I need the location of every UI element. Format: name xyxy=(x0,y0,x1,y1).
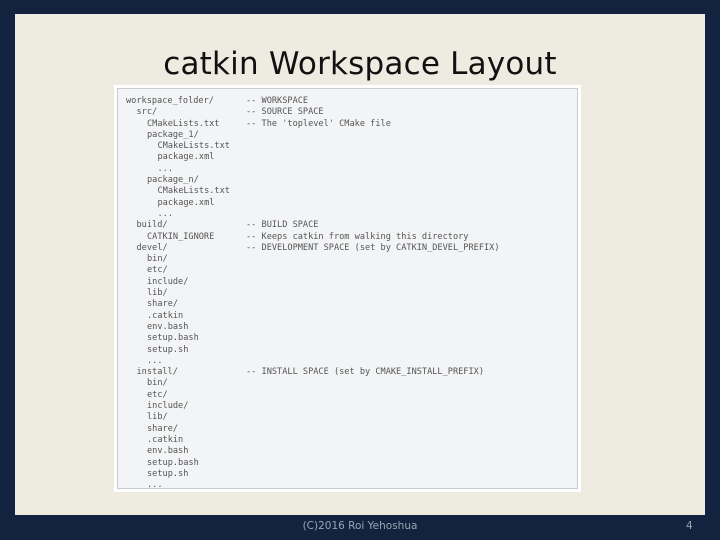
tree-comment: -- DEVELOPMENT SPACE (set by CATKIN_DEVE… xyxy=(246,242,500,253)
tree-path: package_1/ xyxy=(147,129,199,140)
tree-path: lib/ xyxy=(147,412,168,423)
tree-path: CMakeLists.txt xyxy=(157,186,230,197)
tree-path: setup.bash xyxy=(147,457,199,468)
tree-line: setup.sh xyxy=(126,345,577,356)
tree-line: .catkin xyxy=(126,311,577,322)
tree-comment: -- BUILD SPACE xyxy=(246,220,319,231)
tree-path: share/ xyxy=(147,299,179,310)
tree-path: install/ xyxy=(136,367,178,378)
tree-line: devel/ -- DEVELOPMENT SPACE (set by CATKI… xyxy=(126,243,577,254)
page-number: 4 xyxy=(686,520,693,532)
tree-line: setup.bash xyxy=(126,333,577,344)
tree-path: src/ xyxy=(136,107,158,118)
tree-line: lib/ xyxy=(126,412,577,423)
tree-path: include/ xyxy=(147,276,189,287)
tree-path: share/ xyxy=(147,423,179,434)
tree-line: package_n/ xyxy=(126,175,577,186)
tree-line: workspace_folder/ -- WORKSPACE xyxy=(126,96,577,107)
tree-path: CMakeLists.txt xyxy=(157,141,230,152)
tree-path: CMakeLists.txt xyxy=(147,118,220,129)
tree-line: ... xyxy=(126,356,577,367)
tree-line: share/ xyxy=(126,299,577,310)
tree-path: workspace_folder/ xyxy=(126,96,214,106)
tree-line: share/ xyxy=(126,424,577,435)
tree-line: package.xml xyxy=(126,198,577,209)
tree-path: devel/ xyxy=(136,242,168,253)
tree-path: package.xml xyxy=(157,152,215,163)
code-block: workspace_folder/ -- WORKSPACE src/ -- SOUR… xyxy=(114,85,581,492)
tree-line: setup.bash xyxy=(126,458,577,469)
tree-path: setup.bash xyxy=(147,333,199,344)
tree-line: setup.sh xyxy=(126,469,577,480)
slide: catkin Workspace Layout workspace_folder… xyxy=(15,14,705,515)
tree-line: CMakeLists.txt -- The 'toplevel' CMake fi… xyxy=(126,119,577,130)
tree-line: etc/ xyxy=(126,390,577,401)
tree-line: .catkin xyxy=(126,435,577,446)
tree-line: include/ xyxy=(126,277,577,288)
tree-path: setup.sh xyxy=(147,344,189,355)
tree-line: install/ -- INSTALL SPACE (set by CMAKE_I… xyxy=(126,367,577,378)
tree-path: lib/ xyxy=(147,288,168,299)
tree-line: bin/ xyxy=(126,254,577,265)
tree-path: .catkin xyxy=(147,310,184,321)
tree-line: env.bash xyxy=(126,322,577,333)
tree-comment: -- WORKSPACE xyxy=(246,96,309,106)
tree-line: package.xml xyxy=(126,152,577,163)
tree-path: bin/ xyxy=(147,254,168,265)
tree-path: setup.sh xyxy=(147,468,189,479)
tree-line: ... xyxy=(126,209,577,220)
tree-line: src/ -- SOURCE SPACE xyxy=(126,107,577,118)
tree-path: ... xyxy=(157,163,174,174)
tree-path: env.bash xyxy=(147,446,189,457)
tree-line: ... xyxy=(126,164,577,175)
directory-tree: workspace_folder/ -- WORKSPACE src/ -- SOUR… xyxy=(117,88,578,491)
tree-path: include/ xyxy=(147,401,189,412)
tree-path: build/ xyxy=(136,220,168,231)
tree-line: ... xyxy=(126,480,577,491)
tree-path: package.xml xyxy=(157,197,215,208)
tree-line: lib/ xyxy=(126,288,577,299)
tree-line: package_1/ xyxy=(126,130,577,141)
tree-path: ... xyxy=(147,355,163,366)
tree-path: env.bash xyxy=(147,321,189,332)
tree-path: ... xyxy=(147,480,163,491)
tree-comment: -- SOURCE SPACE xyxy=(246,107,324,118)
tree-line: env.bash xyxy=(126,446,577,457)
footer-copyright: (C)2016 Roi Yehoshua xyxy=(302,520,418,532)
tree-line: include/ xyxy=(126,401,577,412)
tree-path: .catkin xyxy=(147,434,184,445)
tree-path: package_n/ xyxy=(147,175,199,186)
tree-path: ... xyxy=(157,208,174,219)
tree-line: build/ -- BUILD SPACE xyxy=(126,220,577,231)
tree-path: etc/ xyxy=(147,389,168,400)
slide-title: catkin Workspace Layout xyxy=(163,46,557,82)
tree-line: bin/ xyxy=(126,378,577,389)
tree-line: etc/ xyxy=(126,265,577,276)
tree-comment: -- Keeps catkin from walking this direct… xyxy=(246,231,469,242)
tree-line: CATKIN_IGNORE -- Keeps catkin from walkin… xyxy=(126,232,577,243)
tree-comment: -- The 'toplevel' CMake file xyxy=(246,118,391,129)
tree-path: etc/ xyxy=(147,265,168,276)
tree-path: bin/ xyxy=(147,378,168,389)
tree-comment: -- INSTALL SPACE (set by CMAKE_INSTALL_P… xyxy=(246,367,484,378)
tree-line: CMakeLists.txt xyxy=(126,186,577,197)
tree-line: CMakeLists.txt xyxy=(126,141,577,152)
tree-path: CATKIN_IGNORE xyxy=(147,231,215,242)
